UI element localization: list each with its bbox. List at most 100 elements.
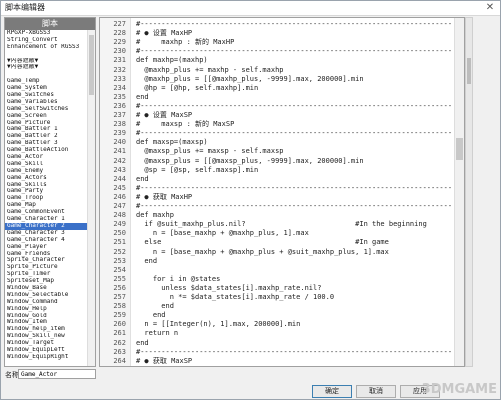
script-list-item[interactable]: Game_BattleAction — [5, 147, 95, 154]
script-list-item[interactable]: Game_Map — [5, 202, 95, 209]
script-list-item[interactable]: Game_Switches — [5, 92, 95, 99]
script-list-item[interactable]: Game_System — [5, 85, 95, 92]
code-line[interactable]: 260 n = [[Integer(n), 1].max, 200000].mi… — [100, 320, 464, 330]
code-line[interactable]: 263 #------------------------------------… — [100, 348, 464, 358]
script-list-item[interactable]: ▼内容遮蔽▼ — [5, 58, 95, 65]
code-line[interactable]: 247 #------------------------------------… — [100, 202, 464, 212]
script-list-item[interactable]: Game_Character 4 — [5, 237, 95, 244]
code-line[interactable]: 264 # ● 获取 MaxSP — [100, 357, 464, 366]
code-line[interactable]: 227 #------------------------------------… — [100, 20, 464, 30]
code-line[interactable]: 228 # ● 设置 MaxHP — [100, 29, 464, 39]
code-line[interactable]: 251 else #In game — [100, 238, 464, 248]
code-line[interactable]: 232 @maxhp_plus += maxhp - self.maxhp — [100, 66, 464, 76]
script-list-item[interactable]: Sprite_Picture — [5, 264, 95, 271]
code-line[interactable]: 257 n *= $data_states[i].maxhp_rate / 10… — [100, 293, 464, 303]
script-list-item[interactable]: Game_SelfSwitches — [5, 106, 95, 113]
script-list-item[interactable]: Game_Temp — [5, 78, 95, 85]
script-list-item[interactable]: Game_Friends — [5, 251, 95, 258]
line-number: 254 — [113, 265, 126, 274]
script-list-item[interactable]: Game_Character 1 — [5, 216, 95, 223]
ok-button[interactable]: 确定 — [312, 385, 352, 398]
code-line[interactable]: 238 # maxsp : 新的 MaxSP — [100, 120, 464, 130]
script-list-item[interactable]: Window_EquipRight — [5, 354, 95, 361]
close-icon[interactable]: ✕ — [484, 1, 496, 14]
code-line[interactable]: 261 return n — [100, 329, 464, 339]
script-list-item[interactable]: Game_Skill — [5, 161, 95, 168]
script-list-item[interactable] — [5, 51, 95, 58]
script-list-item[interactable]: Game_Enemy — [5, 168, 95, 175]
script-list-item[interactable]: Window_Base — [5, 285, 95, 292]
code-line[interactable]: 255 for i in @states — [100, 275, 464, 285]
code-line[interactable]: 256 unless $data_states[i].maxhp_rate.ni… — [100, 284, 464, 294]
code-line[interactable]: 231 def maxhp=(maxhp) — [100, 56, 464, 66]
code-text: @hp = [@hp, self.maxhp].min — [136, 83, 259, 92]
code-line[interactable]: 253 end — [100, 257, 464, 267]
code-line[interactable]: 241 @maxsp_plus += maxsp - self.maxsp — [100, 147, 464, 157]
script-list-item[interactable]: Sprite_Character — [5, 257, 95, 264]
code-line[interactable]: 234 @hp = [@hp, self.maxhp].min — [100, 84, 464, 94]
script-list-item[interactable]: Game_Screen — [5, 113, 95, 120]
script-list-item[interactable]: String_Convert — [5, 37, 95, 44]
cancel-button[interactable]: 取消 — [356, 385, 396, 398]
code-line[interactable]: 237 # ● 设置 MaxSP — [100, 111, 464, 121]
script-list-item[interactable]: Spriteset_Map — [5, 278, 95, 285]
code-line[interactable]: 233 @maxhp_plus = [[@maxhp_plus, -9999].… — [100, 75, 464, 85]
script-list-item[interactable]: Game_Battler 2 — [5, 133, 95, 140]
code-line[interactable]: 235 end — [100, 93, 464, 103]
script-list-item[interactable]: Sprite_Timer — [5, 271, 95, 278]
script-list-item[interactable]: ▼内容遮蔽▼ — [5, 64, 95, 71]
code-line[interactable]: 245 #------------------------------------… — [100, 184, 464, 194]
script-list-item[interactable]: Window_Gold — [5, 313, 95, 320]
script-list-item[interactable]: Game_Variables — [5, 99, 95, 106]
code-line[interactable]: 259 end — [100, 311, 464, 321]
code-line[interactable]: 242 @maxsp_plus = [[@maxsp_plus, -9999].… — [100, 157, 464, 167]
script-list-item[interactable]: Enhancement of RGSS3 — [5, 44, 95, 51]
scrollbar-thumb[interactable] — [89, 35, 94, 95]
script-list-item[interactable]: Game_CommonEvent — [5, 209, 95, 216]
script-list-item[interactable]: Game_Actor — [5, 154, 95, 161]
code-line[interactable]: 248 def maxhp — [100, 211, 464, 221]
code-line[interactable]: 249 if @suit_maxhp_plus.nil? #In the beg… — [100, 220, 464, 230]
script-list-item[interactable]: Game_Party — [5, 188, 95, 195]
code-line[interactable]: 250 n = [base_maxhp + @maxhp_plus, 1].ma… — [100, 229, 464, 239]
script-list-item[interactable]: Window_Command — [5, 299, 95, 306]
code-line[interactable]: 240 def maxsp=(maxsp) — [100, 138, 464, 148]
script-list-item[interactable]: Game_Skills — [5, 182, 95, 189]
code-line[interactable]: 239 #------------------------------------… — [100, 129, 464, 139]
script-list-item[interactable]: Window_EquipLeft — [5, 347, 95, 354]
script-list-scrollbar[interactable] — [87, 30, 95, 366]
script-list-item[interactable]: Window_Help — [5, 306, 95, 313]
script-list-item[interactable]: Game_Character 2 — [5, 222, 95, 230]
code-editor[interactable]: 227 #------------------------------------… — [99, 17, 465, 367]
code-line[interactable]: 258 end — [100, 302, 464, 312]
script-list-item[interactable]: Game_Actors — [5, 175, 95, 182]
script-list-item[interactable]: Window_Target — [5, 340, 95, 347]
code-line[interactable]: 252 n = [base_maxhp + @maxhp_plus + @sui… — [100, 248, 464, 258]
code-line[interactable]: 230 #------------------------------------… — [100, 47, 464, 57]
code-line[interactable]: 244 end — [100, 175, 464, 185]
script-list-item[interactable]: Game_Character 3 — [5, 230, 95, 237]
scrollbar-thumb[interactable] — [467, 58, 471, 84]
script-name-input[interactable]: Game_Actor — [18, 369, 96, 379]
script-list-item[interactable]: Game_Picture — [5, 120, 95, 127]
script-list-item[interactable]: Window_Skill_new — [5, 333, 95, 340]
script-list-item[interactable]: RPGXP-XBGSS3 — [5, 30, 95, 37]
code-line[interactable]: 262 end — [100, 339, 464, 349]
script-list-item[interactable] — [5, 71, 95, 78]
code-line[interactable]: 246 # ● 获取 MaxHP — [100, 193, 464, 203]
code-text: # ● 设置 MaxSP — [136, 111, 193, 119]
title-bar[interactable]: 脚本编辑器 ✕ — [1, 1, 500, 16]
code-line[interactable]: 243 @sp = [@sp, self.maxsp].min — [100, 166, 464, 176]
code-line[interactable]: 236 #------------------------------------… — [100, 102, 464, 112]
script-list-item[interactable]: Game_Battler 1 — [5, 126, 95, 133]
script-list-item[interactable]: Game_Battler 3 — [5, 140, 95, 147]
code-text: #---------------------------------------… — [136, 347, 453, 356]
script-list-item[interactable]: Game_Player — [5, 244, 95, 251]
script-list-item[interactable]: Window_Item — [5, 319, 95, 326]
outer-scrollbar[interactable] — [465, 17, 473, 367]
code-line[interactable]: 254 — [100, 266, 464, 276]
script-list-item[interactable]: Window_Selectable — [5, 292, 95, 299]
script-list-item[interactable]: Game_Troop — [5, 195, 95, 202]
script-list-item[interactable]: Window_help_item — [5, 326, 95, 333]
code-line[interactable]: 229 # maxhp : 新的 MaxHP — [100, 38, 464, 48]
